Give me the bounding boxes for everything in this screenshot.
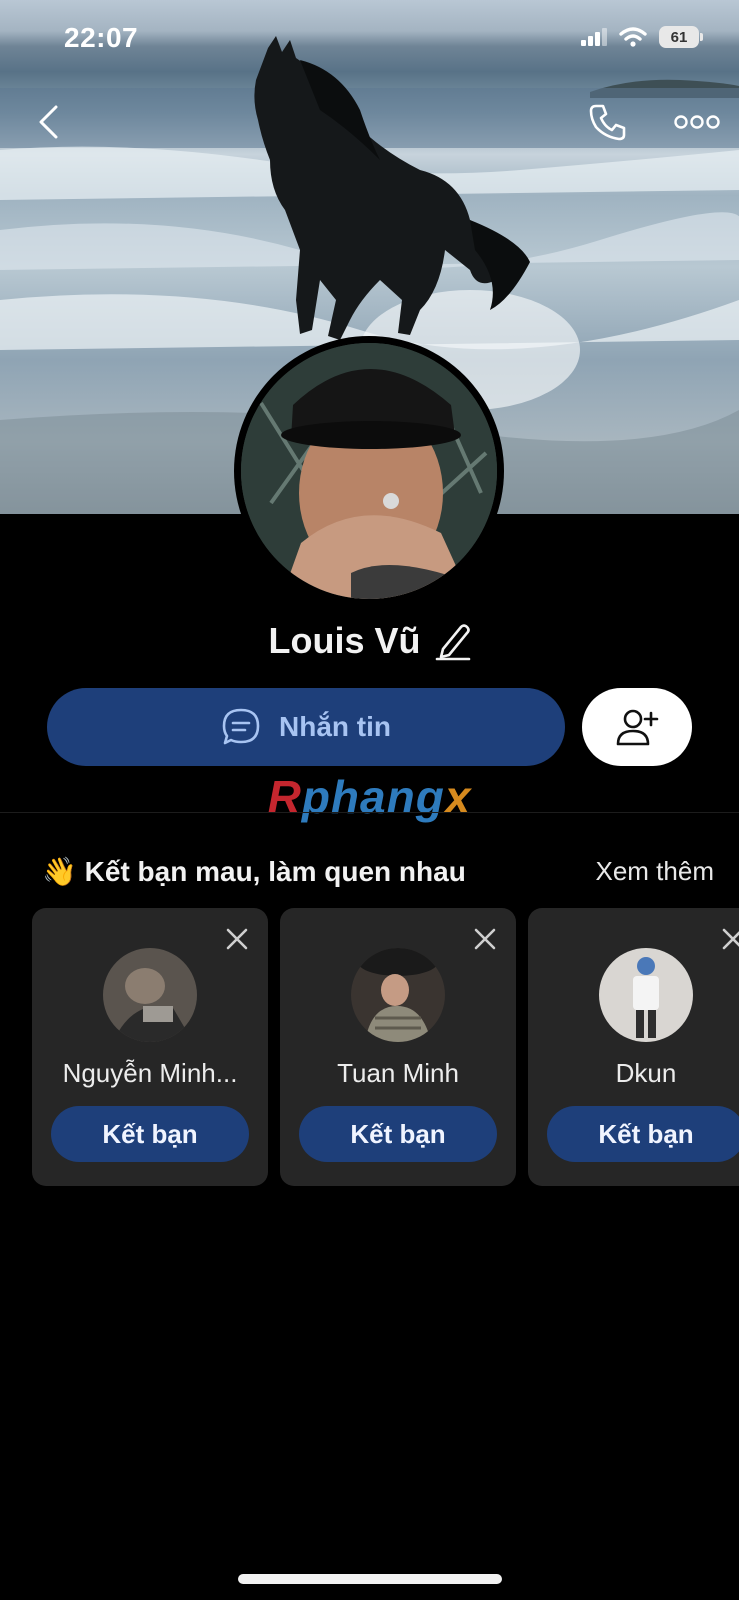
avatar[interactable]: [599, 948, 693, 1042]
status-bar: 22:07 61: [0, 0, 739, 80]
add-user-icon: [616, 709, 659, 746]
more-dots-icon: [674, 115, 720, 129]
add-friend-card-button[interactable]: Kết bạn: [547, 1106, 739, 1162]
suggestion-card[interactable]: Dkun Kết bạn: [528, 908, 739, 1186]
avatar[interactable]: [351, 948, 445, 1042]
wifi-icon: [619, 27, 647, 47]
profile-avatar[interactable]: [241, 343, 497, 599]
close-icon[interactable]: [720, 926, 739, 952]
suggestion-name: Nguyễn Minh...: [62, 1058, 238, 1088]
back-button[interactable]: [28, 100, 68, 144]
wave-emoji: 👋: [42, 856, 77, 887]
profile-name: Louis Vũ: [268, 620, 421, 661]
add-friend-card-button[interactable]: Kết bạn: [51, 1106, 249, 1162]
section-divider: [0, 812, 739, 813]
avatar-image: [599, 948, 693, 1042]
suggestion-card[interactable]: Nguyễn Minh... Kết bạn: [32, 908, 268, 1186]
call-button[interactable]: [586, 100, 630, 144]
close-icon[interactable]: [472, 926, 498, 952]
suggestion-name: Dkun: [615, 1058, 677, 1088]
avatar-image: [351, 948, 445, 1042]
chevron-left-icon: [39, 105, 58, 139]
see-more-link[interactable]: Xem thêm: [596, 856, 715, 887]
profile-avatar-ring[interactable]: [234, 336, 504, 606]
chat-bubble-icon: [222, 708, 260, 745]
signal-icon: [581, 28, 607, 46]
close-icon[interactable]: [224, 926, 250, 952]
watermark: Rphangx: [0, 770, 739, 824]
watermark-part: R: [267, 771, 302, 823]
avatar-image: [103, 948, 197, 1042]
status-time: 22:07: [64, 22, 139, 53]
home-indicator[interactable]: [238, 1574, 502, 1584]
avatar[interactable]: [103, 948, 197, 1042]
phone-icon: [589, 104, 626, 141]
watermark-part: x: [444, 771, 472, 823]
message-button[interactable]: Nhắn tin: [47, 688, 565, 766]
suggestions-carousel[interactable]: Nguyễn Minh... Kết bạn Tuan Minh Kết bạn: [32, 908, 739, 1188]
suggestions-title-text: Kết bạn mau, làm quen nhau: [84, 856, 466, 887]
status-icons: 61: [581, 26, 703, 48]
more-button[interactable]: [672, 104, 722, 140]
profile-name-row: Louis Vũ: [0, 620, 739, 662]
add-friend-button[interactable]: [582, 688, 692, 766]
suggestion-name: Tuan Minh: [337, 1058, 459, 1088]
message-label: Nhắn tin: [279, 711, 391, 742]
pencil-icon[interactable]: [435, 621, 471, 661]
suggestions-header: 👋 Kết bạn mau, làm quen nhau Xem thêm: [42, 855, 714, 888]
battery-indicator: 61: [659, 26, 703, 48]
suggestions-title: 👋 Kết bạn mau, làm quen nhau: [42, 855, 466, 888]
suggestion-card[interactable]: Tuan Minh Kết bạn: [280, 908, 516, 1186]
avatar-image: [241, 343, 497, 599]
watermark-part: phang: [301, 771, 445, 823]
add-friend-card-button[interactable]: Kết bạn: [299, 1106, 497, 1162]
